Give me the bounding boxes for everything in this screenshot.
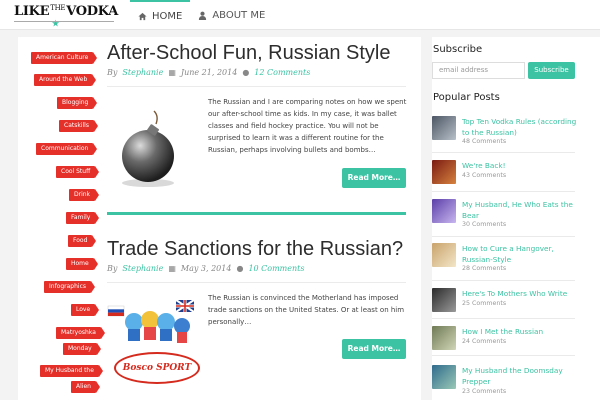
site-header: LIKETHEVODKA ★ HOME ABOUT ME — [0, 0, 600, 30]
post-title[interactable]: Trade Sanctions for the Russian? — [107, 238, 403, 261]
nav-home[interactable]: HOME — [130, 0, 191, 30]
popular-post-title[interactable]: How I Met the Russian — [462, 326, 582, 337]
category-tag[interactable]: Love — [71, 304, 100, 316]
popular-post-comments: 30 Comments — [462, 221, 507, 228]
popular-post-comments: 43 Comments — [462, 172, 507, 179]
logo-text-like: LIKE — [14, 4, 50, 19]
subscribe-button[interactable]: Subscribe — [528, 62, 575, 79]
user-icon — [199, 11, 207, 20]
popular-divider — [432, 280, 575, 281]
popular-post-title[interactable]: We're Back! — [462, 160, 582, 171]
category-tag[interactable]: Alien — [71, 381, 100, 393]
popular-post-comments: 24 Comments — [462, 338, 507, 345]
popular-post-thumbnail — [432, 160, 456, 184]
category-tag[interactable]: My Husband the — [40, 365, 103, 377]
bosco-logo-text: Bosco SPORT — [122, 363, 192, 373]
category-tag[interactable]: Infographics — [44, 281, 96, 293]
popular-post-title[interactable]: My Husband the Doomsday Prepper — [462, 365, 582, 387]
meta-divider — [107, 282, 406, 283]
category-tag[interactable]: Drink — [69, 189, 100, 201]
category-tag[interactable]: American Culture — [31, 52, 98, 64]
popular-post-thumbnail — [432, 116, 456, 140]
home-icon — [138, 12, 147, 20]
popular-post-title[interactable]: How to Cure a Hangover, Russian-Style — [462, 243, 582, 265]
bosco-logo: Bosco SPORT — [114, 352, 200, 384]
main-nav: HOME ABOUT ME — [130, 0, 273, 30]
popular-post-comments: 23 Comments — [462, 388, 507, 395]
read-more-button[interactable]: Read More… — [342, 339, 406, 359]
nav-about-me[interactable]: ABOUT ME — [190, 0, 273, 30]
category-tag[interactable]: Catskills — [59, 120, 98, 132]
popular-post-title[interactable]: Top Ten Vodka Rules (according to the Ru… — [462, 116, 582, 138]
popular-divider — [432, 191, 575, 192]
post-date: June 21, 2014 — [180, 68, 238, 77]
category-tag[interactable]: Blogging — [57, 97, 98, 109]
read-more-button[interactable]: Read More… — [342, 168, 406, 188]
nav-home-label: HOME — [152, 10, 183, 22]
popular-divider — [432, 152, 575, 153]
category-tag[interactable]: Food — [68, 235, 97, 247]
comment-icon: ● — [242, 68, 250, 77]
bosco-sport-image[interactable]: Bosco SPORT — [106, 296, 202, 388]
category-tag[interactable]: Cool Stuff — [56, 166, 100, 178]
calendar-icon: ▦ — [168, 68, 176, 77]
popular-divider — [432, 355, 575, 356]
category-tag[interactable]: Around the Web — [34, 74, 97, 86]
category-tag[interactable]: Matryoshka — [56, 327, 105, 339]
popular-post-thumbnail — [432, 326, 456, 350]
post-meta: By Stephanie ▦ May 3, 2014 ● 10 Comments — [107, 264, 304, 273]
popular-post-title[interactable]: Here's To Mothers Who Write — [462, 288, 582, 299]
popular-post-comments: 25 Comments — [462, 300, 507, 307]
calendar-icon: ▦ — [168, 264, 176, 273]
bomb-image[interactable] — [112, 110, 190, 190]
byline-prefix: By — [107, 68, 118, 77]
post-comments-link[interactable]: 12 Comments — [254, 68, 310, 77]
post-title[interactable]: After-School Fun, Russian Style — [107, 42, 390, 65]
post-excerpt: The Russian is convinced the Motherland … — [208, 294, 405, 326]
nav-about-label: ABOUT ME — [212, 9, 266, 21]
category-tag[interactable]: Home — [66, 258, 98, 270]
meta-divider — [107, 86, 406, 87]
post-date: May 3, 2014 — [180, 264, 232, 273]
popular-post-comments: 28 Comments — [462, 265, 507, 272]
post-comments-link[interactable]: 10 Comments — [248, 264, 304, 273]
site-logo[interactable]: LIKETHEVODKA ★ — [14, 4, 119, 28]
post-meta: By Stephanie ▦ June 21, 2014 ● 12 Comment… — [107, 68, 310, 77]
popular-post-thumbnail — [432, 243, 456, 267]
popular-post-thumbnail — [432, 199, 456, 223]
popular-post-thumbnail — [432, 288, 456, 312]
logo-underline — [14, 21, 114, 22]
category-tag[interactable]: Communication — [36, 143, 98, 155]
category-tag[interactable]: Family — [66, 212, 100, 224]
category-tag[interactable]: Monday — [63, 343, 101, 355]
post-excerpt: The Russian and I are comparing notes on… — [208, 98, 407, 154]
popular-posts-heading: Popular Posts — [433, 92, 500, 103]
logo-text-vodka: VODKA — [66, 4, 119, 19]
post-separator — [107, 212, 406, 215]
email-field[interactable]: email address — [432, 62, 525, 79]
popular-post-thumbnail — [432, 365, 456, 389]
subscribe-heading: Subscribe — [433, 44, 483, 55]
post-author[interactable]: Stephanie — [122, 264, 163, 273]
logo-text-the: THE — [50, 4, 66, 12]
post-author[interactable]: Stephanie — [122, 68, 163, 77]
popular-post-comments: 48 Comments — [462, 138, 507, 145]
byline-prefix: By — [107, 264, 118, 273]
logo-star-icon: ★ — [52, 18, 59, 28]
popular-post-title[interactable]: My Husband, He Who Eats the Bear — [462, 199, 582, 221]
comment-icon: ● — [236, 264, 244, 273]
popular-divider — [432, 318, 575, 319]
popular-divider — [432, 236, 575, 237]
